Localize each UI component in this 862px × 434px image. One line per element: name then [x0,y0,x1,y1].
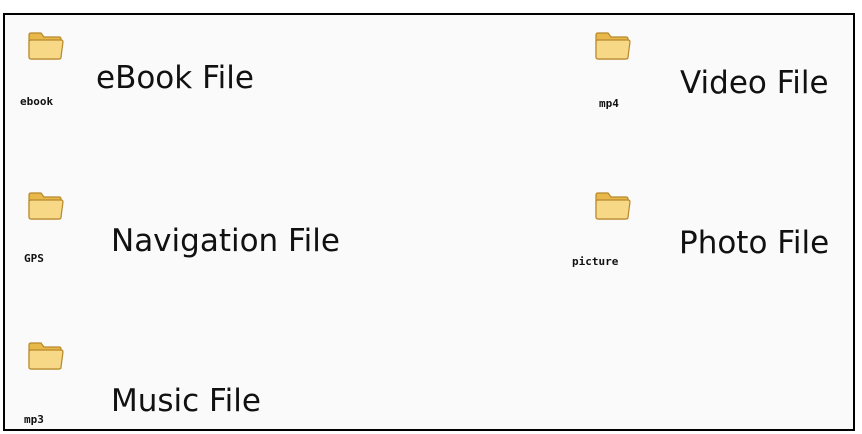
label-navigation-file: Navigation File [111,223,340,259]
label-music-file: Music File [111,383,261,419]
folder-caption-ebook[interactable]: ebook [20,95,53,108]
label-ebook-file: eBook File [96,60,254,96]
folder-icon[interactable] [23,333,67,377]
folder-icon[interactable] [590,23,634,67]
folder-icon[interactable] [590,183,634,227]
folder-caption-picture[interactable]: picture [572,255,618,268]
folder-icon[interactable] [23,183,67,227]
folder-caption-gps[interactable]: GPS [24,252,44,265]
label-video-file: Video File [680,65,829,101]
folder-icon[interactable] [23,23,67,67]
label-photo-file: Photo File [679,225,830,261]
folder-caption-mp3[interactable]: mp3 [24,413,44,426]
folder-caption-mp4[interactable]: mp4 [599,97,619,110]
folder-view-panel: ebook eBook File mp4 Video File GPS Navi… [3,13,855,431]
